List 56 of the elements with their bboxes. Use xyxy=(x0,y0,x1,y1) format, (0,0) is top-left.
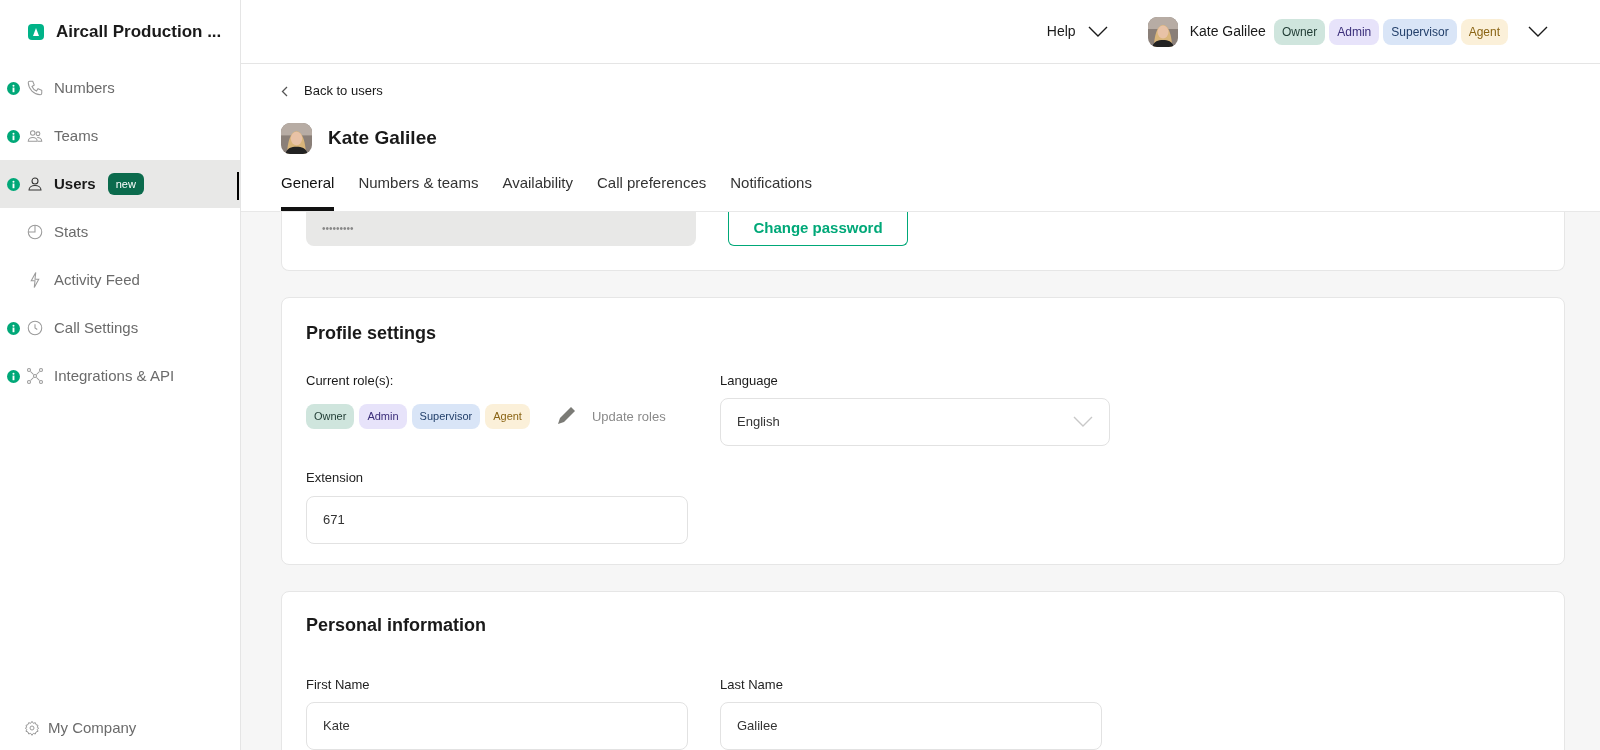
sidebar-label: Teams xyxy=(54,125,99,146)
user-title: Kate Galilee xyxy=(328,125,437,150)
role-tag: Supervisor xyxy=(1383,18,1457,45)
sidebar-item[interactable]: Teams xyxy=(0,112,240,160)
section-title: Profile settings xyxy=(306,321,438,345)
chevron-down-icon xyxy=(1087,25,1108,38)
sidebar-item[interactable]: Call Settings xyxy=(0,304,240,352)
field-label: Current role(s): xyxy=(306,371,395,390)
tab[interactable]: Availability xyxy=(502,170,573,211)
user-icon xyxy=(26,175,44,193)
sidebar-label: Users xyxy=(54,173,96,194)
pie-chart-icon xyxy=(26,223,44,241)
sidebar-item[interactable]: Integrations & API xyxy=(0,352,240,400)
tab[interactable]: Notifications xyxy=(730,170,812,211)
role-tag: Owner xyxy=(306,404,355,429)
role-tag: Admin xyxy=(1329,18,1380,45)
sidebar-label: Integrations & API xyxy=(54,365,175,386)
first-name-field[interactable]: Kate xyxy=(306,702,688,750)
update-roles-button[interactable]: Update roles xyxy=(591,406,666,426)
role-tag: Agent xyxy=(1460,18,1508,45)
clock-icon xyxy=(26,319,44,337)
role-tag: Agent xyxy=(485,404,530,429)
sidebar-label: Call Settings xyxy=(54,317,139,338)
language-select[interactable]: English xyxy=(720,398,1110,446)
field-label: Extension xyxy=(306,469,365,487)
sidebar-label: Stats xyxy=(54,221,89,242)
chevron-down-icon xyxy=(1073,416,1093,428)
workspace-name: Aircall Production ... xyxy=(56,21,222,44)
role-tag: Supervisor xyxy=(411,404,481,429)
sidebar-item[interactable]: Numbers xyxy=(0,64,240,112)
sidebar-label: Activity Feed xyxy=(54,269,140,290)
field-label: Language xyxy=(720,371,779,390)
sidebar-label: Numbers xyxy=(54,77,115,98)
gear-icon xyxy=(24,720,40,736)
last-name-field[interactable]: Galilee xyxy=(720,702,1102,750)
back-link[interactable]: Back to users xyxy=(281,64,1560,116)
new-badge: new xyxy=(107,172,144,196)
field-label: Last Name xyxy=(720,675,784,694)
user-name: Kate Galilee xyxy=(1189,22,1266,41)
nodes-icon xyxy=(26,367,44,385)
role-tag: Admin xyxy=(359,404,407,429)
chevron-left-icon xyxy=(281,85,288,97)
tab[interactable]: Numbers & teams xyxy=(358,170,479,211)
extension-field[interactable]: 671 xyxy=(306,495,688,544)
sidebar-item[interactable]: Stats xyxy=(0,208,240,256)
logo-icon xyxy=(28,24,44,40)
section-title: Personal information xyxy=(306,613,488,637)
sidebar-label[interactable]: My Company xyxy=(48,716,137,740)
sidebar-item[interactable]: Activity Feed xyxy=(0,256,240,304)
role-tag: Owner xyxy=(1273,18,1326,45)
phone-icon xyxy=(26,79,44,97)
tab[interactable]: Call preferences xyxy=(597,170,707,211)
sidebar-item[interactable]: Users new xyxy=(0,160,240,208)
field-label: First Name xyxy=(306,675,371,694)
help-menu[interactable]: Help xyxy=(1046,21,1108,42)
people-icon xyxy=(26,127,44,145)
